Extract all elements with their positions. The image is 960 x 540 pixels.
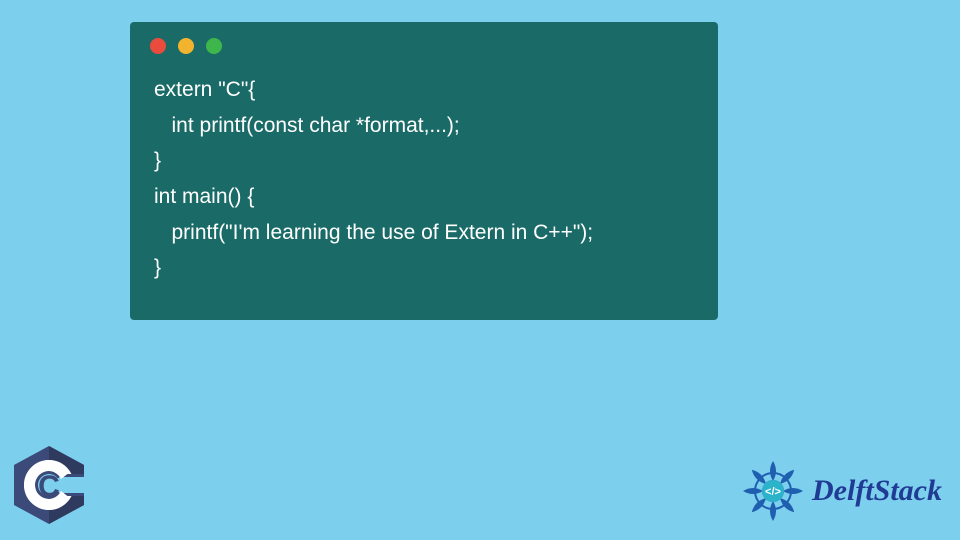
delftstack-brand-text: DelftStack [812,474,942,508]
code-line: printf("I'm learning the use of Extern i… [154,221,593,244]
close-dot-icon [150,38,166,54]
code-line: } [154,256,161,279]
code-line: int main() { [154,185,254,208]
delftstack-brand: </> DelftStack [740,458,942,524]
code-window: extern "C"{ int printf(const char *forma… [130,22,718,320]
code-line: int printf(const char *format,...); [154,114,460,137]
code-line: } [154,149,161,172]
code-content: extern "C"{ int printf(const char *forma… [130,62,718,286]
window-dots [130,22,718,62]
c-language-logo-icon: C [14,446,84,524]
svg-text:</>: </> [765,486,781,498]
delftstack-mandala-icon: </> [740,458,806,524]
code-line: extern "C"{ [154,78,255,101]
maximize-dot-icon [206,38,222,54]
svg-text:C: C [38,470,60,503]
minimize-dot-icon [178,38,194,54]
